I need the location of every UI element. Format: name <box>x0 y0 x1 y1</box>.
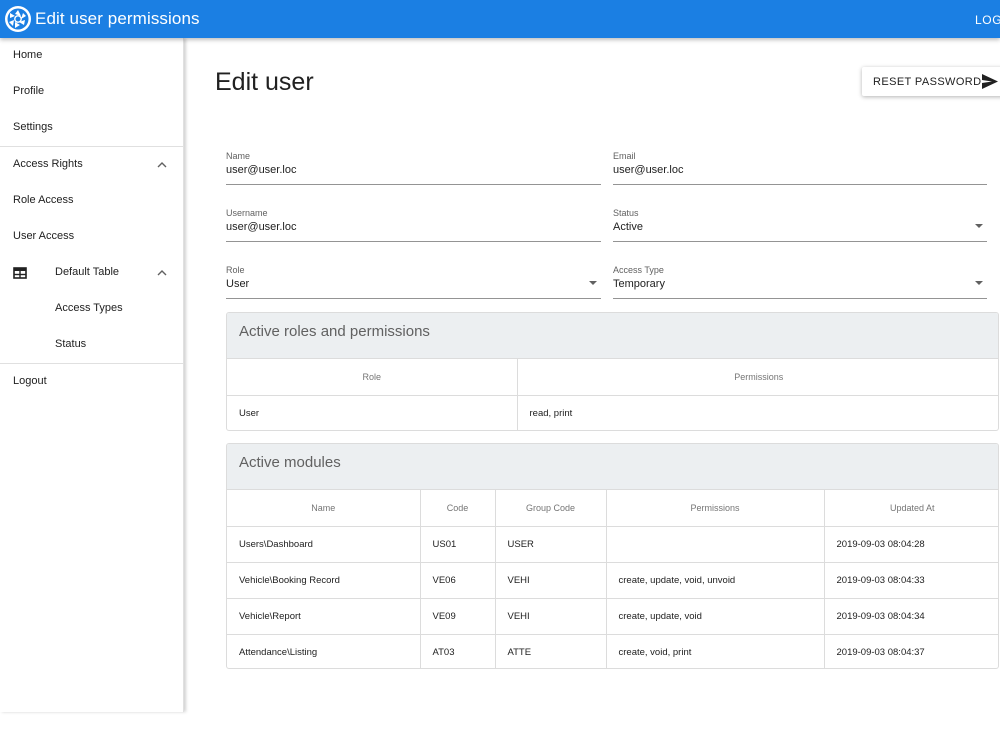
sidebar-item-home[interactable]: Home <box>0 38 184 74</box>
sidebar-item-label: Default Table <box>55 266 120 278</box>
app-title: Edit user permissions <box>35 9 200 28</box>
table-cell: Vehicle\Booking Record <box>227 562 421 599</box>
table-header-row: Role Permissions <box>227 359 998 396</box>
table-cell: VEHI <box>495 598 607 635</box>
table-row: User read, print <box>227 395 998 430</box>
sidebar-item-user-access[interactable]: User Access <box>0 219 184 255</box>
chevron-up-icon[interactable] <box>156 159 168 171</box>
email-label: Email <box>613 151 636 161</box>
table-cell: US01 <box>420 526 496 563</box>
sidebar-item-label: Access Types <box>55 302 123 314</box>
table-header-row: Name Code Group Code Permissions Updated… <box>227 490 998 527</box>
status-label: Status <box>613 208 639 218</box>
table-cell: 2019-09-03 08:04:37 <box>836 646 925 658</box>
table-cell: 2019-09-03 08:04:34 <box>824 598 998 635</box>
sidebar-item-role-access[interactable]: Role Access <box>0 183 184 219</box>
sidebar-item-label: Home <box>13 49 43 61</box>
email-value: user@user.loc <box>613 164 684 176</box>
dropdown-arrow-icon <box>975 281 983 285</box>
sidebar-item-logout[interactable]: Logout <box>0 364 184 400</box>
table-cell: ATTE <box>495 634 607 668</box>
table-cell: Attendance\Listing <box>227 634 421 668</box>
sidebar-item-label: Role Access <box>13 194 74 206</box>
modules-panel-title: Active modules <box>239 454 341 471</box>
sidebar-item-label: Profile <box>13 85 45 97</box>
roles-panel-header: Active roles and permissions <box>227 313 998 359</box>
table-cell: AT03 <box>420 634 496 668</box>
sidebar-item-profile[interactable]: Profile <box>0 74 184 110</box>
username-label: Username <box>226 208 268 218</box>
access-type-value: Temporary <box>613 278 665 290</box>
table-cell: Users\Dashboard <box>227 526 421 563</box>
name-label: Name <box>226 151 251 161</box>
access-type-label: Access Type <box>613 265 664 275</box>
chevron-up-icon[interactable] <box>156 267 168 279</box>
table-cell: Vehicle\Report <box>227 598 421 635</box>
status-select[interactable]: Status Active <box>613 208 987 242</box>
table-row: Vehicle\Report VE09 VEHI create, update,… <box>227 598 998 635</box>
role-select[interactable]: Role User <box>226 265 601 299</box>
username-field[interactable]: Username user@user.loc <box>226 208 601 242</box>
username-value: user@user.loc <box>226 221 297 233</box>
table-cell: read, print <box>529 407 573 419</box>
sidebar-item-settings[interactable]: Settings <box>0 110 184 146</box>
table-cell: create, update, void, unvoid <box>606 562 825 599</box>
logout-button[interactable]: LOGOUT <box>975 13 1000 27</box>
email-field[interactable]: Email user@user.loc <box>613 151 987 185</box>
sidebar-item-access-types[interactable]: Access Types <box>0 291 184 327</box>
table-icon <box>13 267 27 279</box>
sidebar: Home Profile Settings Access Rights Role… <box>0 38 184 712</box>
table-cell: User <box>227 395 518 430</box>
table-cell: USER <box>495 526 607 563</box>
access-type-select[interactable]: Access Type Temporary <box>613 265 987 299</box>
modules-panel-header: Active modules <box>227 444 998 490</box>
sidebar-item-label: Access Rights <box>13 158 83 170</box>
table-row: Vehicle\Booking Record VE06 VEHI create,… <box>227 562 998 599</box>
modules-table: Name Code Group Code Permissions Updated… <box>227 490 998 668</box>
roles-panel-title: Active roles and permissions <box>239 323 430 340</box>
aperture-logo-icon[interactable] <box>4 5 32 33</box>
reset-password-label: RESET PASSWORD <box>873 76 982 88</box>
column-header-code: Code <box>420 490 496 527</box>
sidebar-item-status[interactable]: Status <box>0 327 184 363</box>
table-cell: 2019-09-03 08:04:33 <box>824 562 998 599</box>
column-header-updated-at: Updated At <box>824 490 998 527</box>
roles-table: Role Permissions User read, print <box>227 359 998 430</box>
sidebar-item-label: Settings <box>13 121 53 133</box>
dropdown-arrow-icon <box>975 224 983 228</box>
sidebar-item-label: User Access <box>13 230 75 242</box>
table-row: Attendance\Listing AT03 ATTE create, voi… <box>227 634 998 668</box>
column-header-name: Name <box>227 490 421 527</box>
page-title: Edit user <box>215 68 314 96</box>
table-cell: VE06 <box>420 562 496 599</box>
name-value: user@user.loc <box>226 164 297 176</box>
sidebar-item-default-table[interactable]: Default Table <box>0 255 184 291</box>
table-row: Users\Dashboard US01 USER 2019-09-03 08:… <box>227 526 998 563</box>
table-cell: create, void, print <box>606 634 825 668</box>
role-label: Role <box>226 265 245 275</box>
table-cell: 2019-09-03 08:04:28 <box>824 526 998 563</box>
status-value: Active <box>613 221 643 233</box>
role-value: User <box>226 278 250 290</box>
reset-password-button[interactable]: RESET PASSWORD <box>862 67 1000 96</box>
table-cell: VEHI <box>495 562 607 599</box>
sidebar-item-access-rights[interactable]: Access Rights <box>0 147 184 183</box>
app-bar: Edit user permissions LOGOUT <box>0 0 1000 38</box>
table-cell: create, update, void <box>606 598 825 635</box>
column-header-permissions: Permissions <box>517 359 998 396</box>
sidebar-item-label: Status <box>55 338 87 350</box>
table-cell <box>606 526 825 563</box>
column-header-role: Role <box>227 359 518 396</box>
dropdown-arrow-icon <box>589 281 597 285</box>
column-header-group-code: Group Code <box>495 490 607 527</box>
send-icon <box>982 74 998 89</box>
column-header-permissions: Permissions <box>606 490 825 527</box>
name-field[interactable]: Name user@user.loc <box>226 151 601 185</box>
sidebar-item-label: Logout <box>13 375 47 387</box>
modules-panel: Active modules Name Code Group Code Perm… <box>226 443 999 669</box>
table-cell: VE09 <box>420 598 496 635</box>
roles-panel: Active roles and permissions Role Permis… <box>226 312 999 431</box>
